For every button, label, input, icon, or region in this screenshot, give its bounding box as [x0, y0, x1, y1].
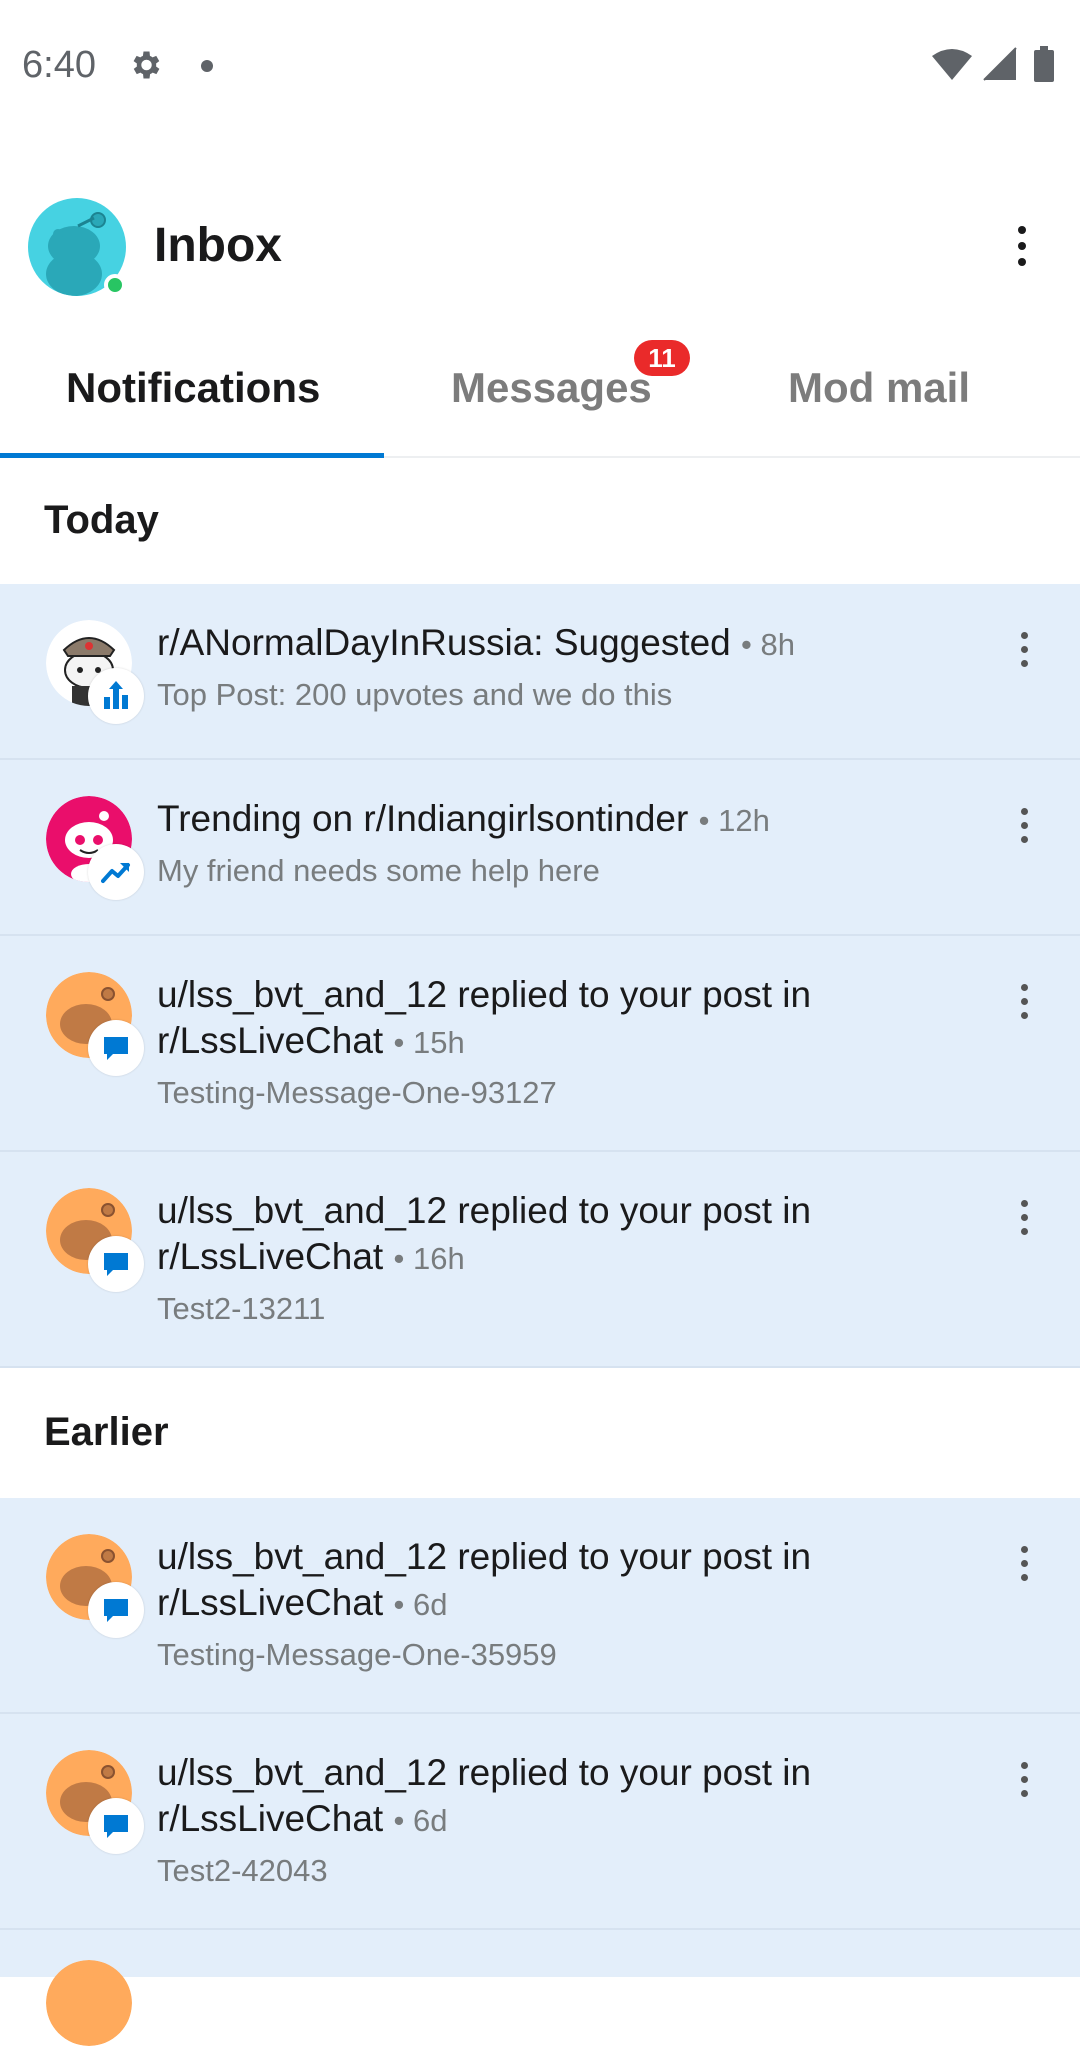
notification-item[interactable]: u/lss_bvt_and_12 replied to your post in…: [0, 1152, 1080, 1368]
wifi-icon: [932, 49, 972, 80]
item-options-icon[interactable]: [1018, 632, 1030, 672]
notification-item[interactable]: [0, 1930, 1080, 2046]
notification-time: 16h: [412, 1241, 465, 1276]
notification-title: u/lss_bvt_and_12 replied to your post in…: [157, 1190, 812, 1277]
item-options-icon[interactable]: [1018, 1546, 1030, 1586]
notification-body: My friend needs some help here: [157, 853, 600, 888]
section-title: Earlier: [44, 1410, 169, 1454]
inbox-tabs: Notifications Messages 11 Mod mail: [0, 340, 1080, 458]
notification-title: u/lss_bvt_and_12 replied to your post in…: [157, 974, 812, 1061]
item-options-icon[interactable]: [1018, 984, 1030, 1024]
online-status-indicator: [104, 274, 126, 296]
status-bar: 6:40: [0, 0, 1080, 135]
settings-gear-icon: [133, 51, 160, 79]
notification-body: Test2-42043: [157, 1853, 328, 1888]
trending-badge: [88, 844, 144, 900]
status-time: 6:40: [22, 44, 96, 86]
notification-item[interactable]: u/lss_bvt_and_12 replied to your post in…: [0, 1498, 1080, 1714]
notification-title: Trending on r/Indiangirlsontinder: [157, 798, 689, 839]
notification-item[interactable]: u/lss_bvt_and_12 replied to your post in…: [0, 936, 1080, 1152]
notification-body: Testing-Message-One-35959: [157, 1637, 557, 1672]
comment-badge: [88, 1236, 144, 1292]
section-title: Today: [44, 498, 159, 542]
notification-title: r/ANormalDayInRussia: Suggested: [157, 622, 731, 663]
notification-body: Testing-Message-One-93127: [157, 1075, 557, 1110]
trending-icon: [101, 863, 130, 883]
item-options-icon[interactable]: [1018, 1200, 1030, 1240]
comment-icon: [104, 1815, 128, 1838]
notification-time: 12h: [718, 803, 770, 838]
notification-item[interactable]: Trending on r/Indiangirlsontinder • 12h …: [0, 760, 1080, 936]
page-title: Inbox: [154, 219, 282, 272]
comment-badge: [88, 1020, 144, 1076]
comment-badge: [88, 1798, 144, 1854]
system-icons: [932, 46, 1054, 82]
notification-body: Top Post: 200 upvotes and we do this: [157, 677, 673, 712]
comment-icon: [104, 1037, 128, 1060]
notification-dot-icon: [201, 60, 213, 72]
notification-time: 6d: [412, 1587, 448, 1622]
notification-item[interactable]: u/lss_bvt_and_12 replied to your post in…: [0, 1714, 1080, 1930]
item-options-icon[interactable]: [1018, 808, 1030, 848]
notification-title: u/lss_bvt_and_12 replied to your post in…: [157, 1536, 812, 1623]
messages-unread-badge: 11: [634, 340, 690, 376]
upvote-badge: [88, 668, 144, 724]
battery-icon: [1034, 46, 1054, 82]
inbox-header: Inbox: [0, 190, 1080, 310]
notification-item[interactable]: r/ANormalDayInRussia: Suggested • 8h Top…: [0, 584, 1080, 760]
comment-badge: [88, 1582, 144, 1638]
comment-icon: [104, 1599, 128, 1622]
notification-time: 15h: [412, 1025, 465, 1060]
item-options-icon[interactable]: [1018, 1762, 1030, 1802]
notification-time: 6d: [412, 1803, 448, 1838]
tab-notifications[interactable]: Notifications: [66, 364, 320, 412]
comment-icon: [104, 1253, 128, 1276]
user-avatar: [46, 1960, 132, 2046]
tab-mod-mail[interactable]: Mod mail: [788, 364, 970, 412]
section-header-earlier: Earlier: [0, 1368, 1080, 1498]
overflow-menu-icon[interactable]: [1014, 226, 1030, 272]
section-header-today: Today: [0, 458, 1080, 584]
signal-icon: [983, 47, 1017, 81]
notification-title: u/lss_bvt_and_12 replied to your post in…: [157, 1752, 812, 1839]
notification-time: 8h: [760, 627, 795, 662]
tab-messages[interactable]: Messages: [451, 364, 652, 412]
upvote-icon: [104, 681, 128, 709]
notification-body: Test2-13211: [157, 1291, 326, 1326]
